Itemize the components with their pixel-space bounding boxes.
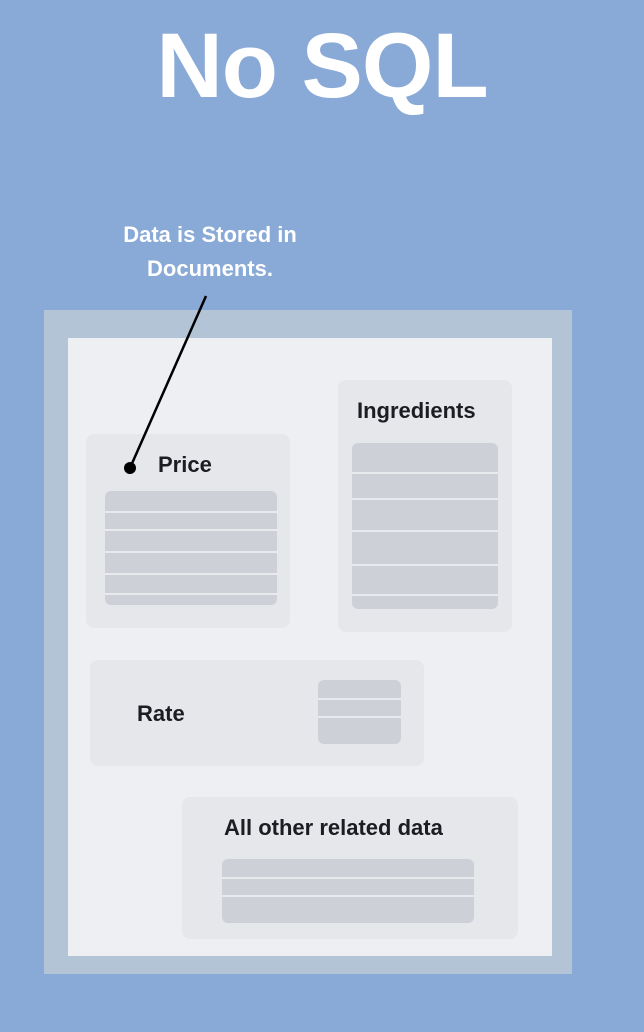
field-divider <box>318 698 401 700</box>
field-divider <box>105 573 277 575</box>
page-title: No SQL <box>156 15 488 117</box>
callout-label: Data is Stored in Documents. <box>90 218 330 286</box>
field-divider <box>352 530 498 532</box>
field-divider <box>352 498 498 500</box>
field-divider <box>318 716 401 718</box>
price-label: Price <box>158 452 212 477</box>
callout-line-1: Data is Stored in <box>123 222 297 247</box>
field-divider <box>105 551 277 553</box>
field-divider <box>222 877 474 879</box>
rate-field-stack <box>318 680 401 744</box>
callout-line-2: Documents. <box>147 256 273 281</box>
field-divider <box>352 594 498 596</box>
price-field-stack <box>105 491 277 605</box>
ingredients-field-stack <box>352 443 498 609</box>
field-divider <box>105 593 277 595</box>
field-divider <box>352 472 498 474</box>
field-divider <box>222 895 474 897</box>
field-divider <box>352 564 498 566</box>
ingredients-label: Ingredients <box>357 398 476 423</box>
field-divider <box>105 529 277 531</box>
other-data-field-stack <box>222 859 474 923</box>
other-data-label: All other related data <box>224 815 443 840</box>
rate-label: Rate <box>137 701 185 726</box>
field-divider <box>105 511 277 513</box>
